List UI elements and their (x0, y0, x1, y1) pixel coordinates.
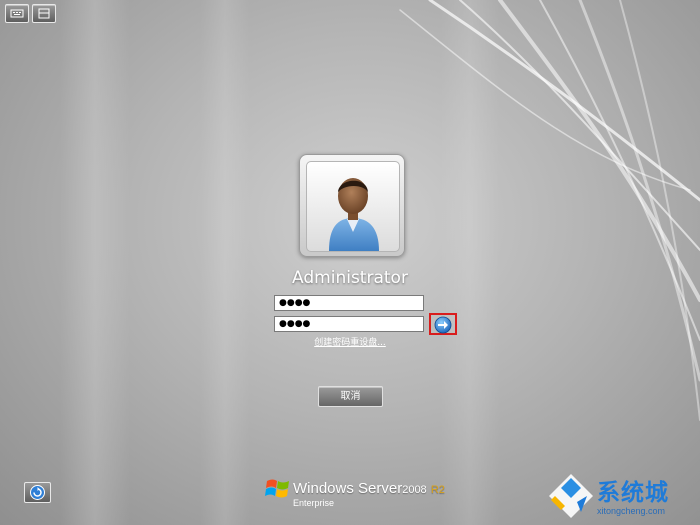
site-watermark: 系统城 xitongcheng.com (545, 470, 700, 525)
ease-of-access-button[interactable] (24, 482, 51, 503)
new-password-field[interactable] (274, 316, 424, 332)
watermark-url: xitongcheng.com (597, 506, 666, 516)
user-silhouette-icon (329, 178, 379, 251)
submit-arrow-button[interactable] (429, 313, 457, 335)
product-edition: Enterprise (293, 498, 335, 508)
product-release: R2 (430, 484, 445, 496)
ease-of-access-icon (30, 485, 45, 500)
windows-server-branding: Windows Server2008 R2 Enterprise (265, 473, 465, 513)
user-name: Administrator (292, 268, 408, 288)
keyboard-button[interactable] (5, 4, 29, 23)
create-reset-disk-link[interactable]: 创建密码重设盘... (250, 335, 450, 348)
keyboard-icon (10, 9, 24, 18)
watermark-title: 系统城 (597, 480, 669, 506)
background-art (60, 0, 700, 525)
cancel-button[interactable]: 取消 (318, 386, 383, 407)
user-tile (299, 154, 405, 257)
ime-icon (38, 8, 50, 19)
product-label: Windows Server (293, 480, 403, 497)
ime-button[interactable] (32, 4, 56, 23)
arrow-right-icon (434, 316, 452, 334)
product-name: Windows Server2008 R2 (293, 480, 445, 497)
old-password-field[interactable] (274, 295, 424, 311)
watermark-logo-icon (549, 474, 593, 518)
product-version: 2008 (402, 484, 427, 496)
user-avatar (306, 161, 400, 252)
windows-flag-icon (265, 479, 289, 498)
